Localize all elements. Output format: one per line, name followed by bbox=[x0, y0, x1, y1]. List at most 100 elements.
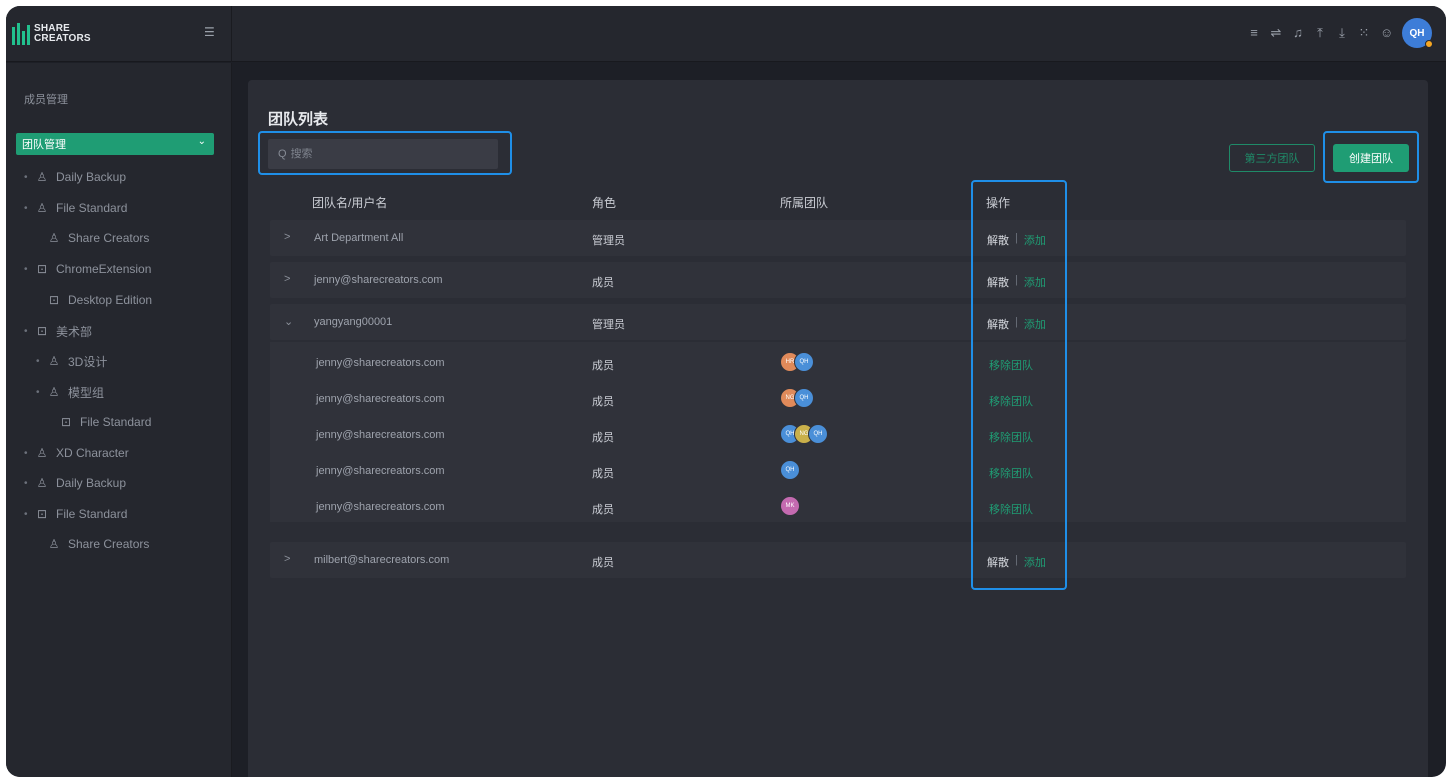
chevron-right-icon[interactable]: > bbox=[284, 231, 290, 243]
sidebar-item-label: 团队管理 bbox=[22, 139, 66, 151]
member-email: jenny@sharecreators.com bbox=[316, 465, 445, 477]
member-email: jenny@sharecreators.com bbox=[316, 429, 445, 441]
row-role: 成员 bbox=[592, 557, 614, 569]
dismiss-link[interactable]: 解散 bbox=[987, 232, 1009, 248]
team-avatars: QH bbox=[780, 460, 800, 480]
dismiss-link[interactable]: 解散 bbox=[987, 274, 1009, 290]
user-group-icon: ♙ bbox=[48, 231, 60, 245]
lock-icon: ⊡ bbox=[36, 324, 48, 338]
tree-bullet: • bbox=[36, 355, 40, 367]
sidebar-tree-item[interactable]: ♙ Share Creators bbox=[36, 228, 150, 248]
row-role: 管理员 bbox=[592, 319, 625, 331]
remove-team-link[interactable]: 移除团队 bbox=[989, 501, 1033, 517]
main-panel: 团队列表 Q 第三方团队 创建团队 团队名/用户名 角色 所属团队 操作 > A… bbox=[248, 80, 1428, 777]
add-link[interactable]: 添加 bbox=[1024, 232, 1046, 248]
row-role: 管理员 bbox=[592, 235, 625, 247]
tree-bullet: • bbox=[24, 171, 28, 183]
sidebar-tree-item[interactable]: • ⊡ 美术部 bbox=[24, 321, 92, 341]
dismiss-link[interactable]: 解散 bbox=[987, 554, 1009, 570]
team-avatars: HR QH bbox=[780, 352, 814, 372]
dismiss-link[interactable]: 解散 bbox=[987, 316, 1009, 332]
member-row[interactable]: jenny@sharecreators.com 成员 HR QH 移除团队 bbox=[270, 346, 1406, 382]
team-avatar: QH bbox=[794, 352, 814, 372]
sidebar-tree-item[interactable]: • ♙ Daily Backup bbox=[24, 167, 126, 187]
tree-bullet: • bbox=[24, 508, 28, 520]
sidebar-tree-item[interactable]: ⊡ File Standard bbox=[48, 412, 151, 432]
member-row[interactable]: jenny@sharecreators.com 成员 MK 移除团队 bbox=[270, 490, 1406, 526]
add-link[interactable]: 添加 bbox=[1024, 316, 1046, 332]
member-row[interactable]: jenny@sharecreators.com 成员 QH NG QH 移除团队 bbox=[270, 418, 1406, 454]
sidebar-tree-label: File Standard bbox=[56, 201, 128, 215]
app-window: SHARE CREATORS ☰ ≡ ⇌ ♫ ⤒ ⤓ ⁙ ☺ QH 成员管理 团… bbox=[6, 6, 1446, 777]
separator: | bbox=[1015, 274, 1018, 286]
remove-team-link[interactable]: 移除团队 bbox=[989, 465, 1033, 481]
sidebar-item-team-management[interactable]: 团队管理 ⌄ bbox=[16, 133, 214, 155]
row-name: yangyang00001 bbox=[314, 316, 393, 328]
menu-toggle-icon[interactable]: ☰ bbox=[204, 26, 216, 38]
search-box[interactable]: Q bbox=[268, 139, 498, 169]
download-icon[interactable]: ⤓ bbox=[1336, 25, 1348, 41]
upload-icon[interactable]: ⤒ bbox=[1314, 25, 1326, 41]
list-icon[interactable]: ≡ bbox=[1248, 25, 1260, 41]
logo-icon bbox=[12, 23, 30, 45]
status-dot bbox=[1425, 40, 1433, 48]
sidebar-tree-label: Desktop Edition bbox=[68, 293, 153, 307]
remove-team-link[interactable]: 移除团队 bbox=[989, 393, 1033, 409]
table-row-expanded[interactable]: ⌄ yangyang00001 管理员 解散 | 添加 bbox=[270, 304, 1406, 340]
sidebar-tree-item[interactable]: • ♙ XD Character bbox=[24, 443, 129, 463]
team-avatar: QH bbox=[808, 424, 828, 444]
add-link[interactable]: 添加 bbox=[1024, 274, 1046, 290]
sidebar-tree-item[interactable]: • ♙ File Standard bbox=[24, 198, 127, 218]
third-party-team-button[interactable]: 第三方团队 bbox=[1229, 144, 1315, 172]
column-header-actions: 操作 bbox=[986, 196, 1011, 210]
add-link[interactable]: 添加 bbox=[1024, 554, 1046, 570]
sidebar-tree-label: XD Character bbox=[56, 446, 129, 460]
row-role: 成员 bbox=[592, 277, 614, 289]
sidebar-tree-label: ChromeExtension bbox=[56, 262, 152, 276]
sidebar-tree-item[interactable]: • ♙ 3D设计 bbox=[36, 351, 107, 371]
member-role: 成员 bbox=[592, 360, 614, 372]
sidebar-tree-item[interactable]: ⊡ Desktop Edition bbox=[36, 290, 152, 310]
chevron-down-icon: ⌄ bbox=[197, 136, 206, 147]
table-row[interactable]: > jenny@sharecreators.com 成员 解散 | 添加 bbox=[270, 262, 1406, 298]
team-avatar: MK bbox=[780, 496, 800, 516]
chevron-right-icon[interactable]: > bbox=[284, 273, 290, 285]
bell-icon[interactable]: ♫ bbox=[1292, 25, 1304, 41]
sidebar-tree-item[interactable]: • ⊡ File Standard bbox=[24, 504, 127, 524]
member-row[interactable]: jenny@sharecreators.com 成员 QH 移除团队 bbox=[270, 454, 1406, 490]
remove-team-link[interactable]: 移除团队 bbox=[989, 357, 1033, 373]
member-email: jenny@sharecreators.com bbox=[316, 357, 445, 369]
remove-team-link[interactable]: 移除团队 bbox=[989, 429, 1033, 445]
avatar[interactable]: QH bbox=[1402, 18, 1433, 48]
table-row[interactable]: > milbert@sharecreators.com 成员 解散 | 添加 bbox=[270, 542, 1406, 578]
row-actions: 解散 | 添加 bbox=[987, 274, 1046, 290]
expand-icon[interactable]: ⁙ bbox=[1358, 25, 1370, 41]
search-input[interactable] bbox=[290, 148, 471, 160]
page-title: 团队列表 bbox=[268, 111, 329, 128]
sidebar-section-members[interactable]: 成员管理 bbox=[24, 91, 68, 107]
team-avatar: QH bbox=[794, 388, 814, 408]
table-row[interactable]: > Art Department All 管理员 解散 | 添加 bbox=[270, 220, 1406, 256]
member-email: jenny@sharecreators.com bbox=[316, 393, 445, 405]
tree-bullet: • bbox=[24, 325, 28, 337]
sidebar-tree-item[interactable]: ♙ Share Creators bbox=[36, 534, 150, 554]
sidebar-tree-label: Share Creators bbox=[68, 231, 150, 245]
team-avatars: MK bbox=[780, 496, 800, 516]
brand-line-2: CREATORS bbox=[34, 33, 91, 44]
logo[interactable]: SHARE CREATORS bbox=[6, 6, 232, 62]
member-row[interactable]: jenny@sharecreators.com 成员 NG QH 移除团队 bbox=[270, 382, 1406, 418]
sidebar-tree-label: 模型组 bbox=[68, 385, 105, 400]
transfer-icon[interactable]: ⇌ bbox=[1270, 25, 1282, 41]
create-team-button[interactable]: 创建团队 bbox=[1333, 144, 1409, 172]
row-actions: 解散 | 添加 bbox=[987, 316, 1046, 332]
chevron-right-icon[interactable]: > bbox=[284, 553, 290, 565]
sidebar-tree-item[interactable]: • ♙ 模型组 bbox=[36, 382, 104, 402]
sidebar-tree-item[interactable]: • ♙ Daily Backup bbox=[24, 473, 126, 493]
search-icon: Q bbox=[278, 148, 287, 160]
user-icon[interactable]: ☺ bbox=[1380, 25, 1393, 41]
separator: | bbox=[1015, 232, 1018, 244]
chevron-down-icon[interactable]: ⌄ bbox=[284, 315, 293, 328]
sidebar-tree-item[interactable]: • ⊡ ChromeExtension bbox=[24, 259, 151, 279]
user-group-icon: ♙ bbox=[36, 170, 48, 184]
member-role: 成员 bbox=[592, 504, 614, 516]
